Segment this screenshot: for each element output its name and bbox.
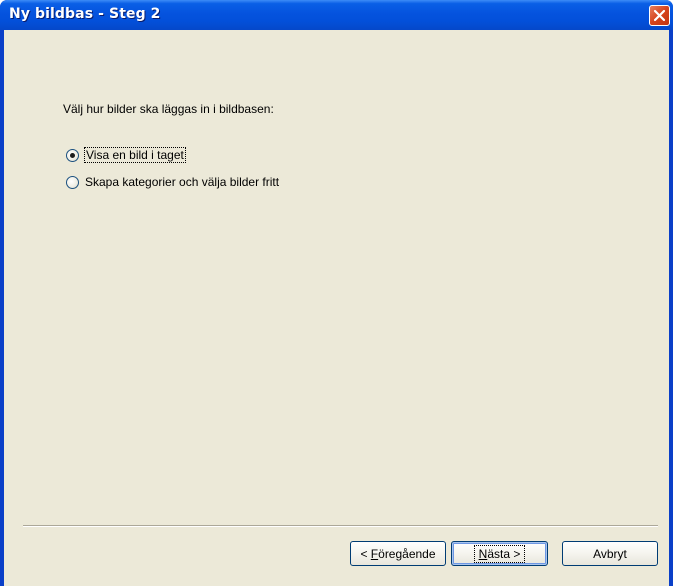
radio-button-checked[interactable] bbox=[66, 148, 79, 162]
close-icon bbox=[653, 9, 666, 22]
radio-button[interactable] bbox=[66, 175, 79, 189]
back-button[interactable]: < Föregående bbox=[350, 541, 446, 566]
next-button-label: ästa > bbox=[487, 546, 521, 561]
back-button-label: öregående bbox=[378, 546, 436, 561]
close-button[interactable] bbox=[649, 5, 670, 26]
title-bar[interactable]: Ny bildbas - Steg 2 bbox=[0, 0, 673, 30]
back-button-mnemonic: F bbox=[370, 546, 379, 561]
cancel-button[interactable]: Avbryt bbox=[562, 541, 658, 566]
option-label[interactable]: Visa en bild i taget bbox=[84, 147, 186, 163]
dialog-body: Välj hur bilder ska läggas in i bildbase… bbox=[4, 30, 669, 586]
next-button-mnemonic: N bbox=[478, 546, 488, 561]
option-categories[interactable]: Skapa kategorier och välja bilder fritt bbox=[66, 175, 279, 189]
wizard-window: Ny bildbas - Steg 2 Välj hur bilder ska … bbox=[0, 0, 673, 586]
instruction-label: Välj hur bilder ska läggas in i bildbase… bbox=[63, 102, 274, 116]
separator-line bbox=[23, 525, 658, 527]
next-button[interactable]: Nästa > bbox=[451, 541, 548, 566]
window-title: Ny bildbas - Steg 2 bbox=[9, 6, 161, 22]
back-button-prefix: < bbox=[360, 546, 371, 561]
next-button-focus: Nästa > bbox=[473, 544, 526, 563]
option-one-at-a-time[interactable]: Visa en bild i taget bbox=[66, 147, 186, 163]
option-label[interactable]: Skapa kategorier och välja bilder fritt bbox=[85, 175, 279, 189]
